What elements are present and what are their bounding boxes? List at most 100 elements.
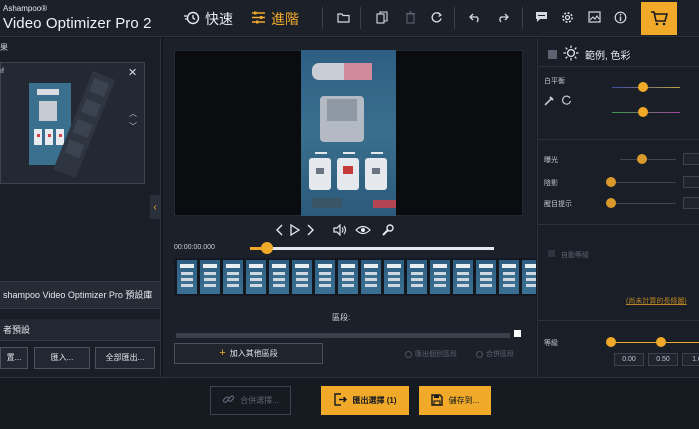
shadows-slider[interactable] — [612, 182, 676, 183]
filmstrip-frame[interactable] — [430, 260, 450, 294]
message-icon[interactable] — [534, 10, 548, 24]
histogram-link[interactable]: (尚未計算的長條圖) — [626, 296, 687, 306]
undo-icon[interactable] — [468, 10, 482, 24]
filmstrip-frame[interactable] — [476, 260, 496, 294]
temperature-knob[interactable] — [638, 82, 648, 92]
shadows-value-box[interactable] — [683, 176, 699, 188]
tools-button[interactable] — [379, 222, 395, 238]
filmstrip-frame[interactable] — [522, 260, 536, 294]
link-icon — [222, 393, 235, 408]
level-white-value[interactable]: 1.0 — [682, 353, 699, 366]
info-icon[interactable] — [613, 10, 627, 24]
divider — [537, 66, 699, 67]
filmstrip-frame[interactable] — [499, 260, 519, 294]
folder-icon[interactable] — [336, 10, 350, 24]
copy-icon[interactable] — [375, 10, 389, 24]
sun-icon — [563, 45, 579, 64]
mode-advanced-label: 進階 — [271, 11, 299, 27]
auto-level-checkbox[interactable] — [548, 250, 555, 257]
eyedropper-icon[interactable] — [544, 95, 555, 108]
preset-library-header[interactable]: shampoo Video Optimizer Pro 預設庫 — [0, 281, 160, 309]
close-icon[interactable]: ✕ — [128, 66, 137, 79]
video-frame — [301, 50, 398, 216]
delete-icon[interactable] — [403, 10, 417, 24]
filmstrip-frame[interactable] — [407, 260, 427, 294]
color-section-header[interactable]: 範例, 色彩 — [548, 45, 631, 64]
next-frame-button[interactable] — [304, 222, 318, 238]
merge-selection-button[interactable]: 合併選擇... — [210, 386, 291, 415]
export-selection-label: 匯出選擇 (1) — [352, 396, 397, 405]
play-button[interactable] — [288, 222, 302, 238]
mode-advanced-button[interactable]: 進階 — [251, 9, 299, 29]
export-selection-button[interactable]: 匯出選擇 (1) — [321, 386, 409, 415]
section-checkbox[interactable] — [548, 50, 557, 59]
toolbar-divider — [322, 7, 323, 29]
toolbar-divider — [360, 7, 361, 29]
exposure-slider[interactable] — [620, 159, 676, 160]
reset-icon[interactable] — [561, 95, 572, 108]
export-segments-option[interactable]: 匯出個別區段 — [405, 349, 457, 359]
preset-settings-button[interactable]: 置... — [0, 347, 28, 369]
filmstrip-frame[interactable] — [292, 260, 312, 294]
highlights-knob[interactable] — [606, 198, 616, 208]
collapse-left-panel-button[interactable]: ‹ — [150, 195, 160, 219]
add-segment-label: 加入其他區段 — [229, 349, 278, 358]
export-icon — [333, 393, 347, 408]
level-black-knob[interactable] — [606, 337, 616, 347]
level-mid-knob[interactable] — [656, 337, 666, 347]
eye-icon — [355, 225, 371, 235]
chevron-right-icon — [307, 224, 314, 236]
filmstrip-frame[interactable] — [361, 260, 381, 294]
chevron-down-icon[interactable]: ﹀ — [129, 121, 137, 132]
level-black-value[interactable]: 0.00 — [614, 353, 644, 366]
refresh-icon[interactable] — [429, 10, 443, 24]
merge-segments-option[interactable]: 合併區段 — [476, 349, 514, 359]
timecode: 00:00:00.000 — [174, 244, 215, 251]
filmstrip-frame[interactable] — [315, 260, 335, 294]
play-icon — [290, 224, 300, 236]
add-segment-button[interactable]: + 加入其他區段 — [174, 343, 323, 364]
filmstrip-frame[interactable] — [453, 260, 473, 294]
filmstrip-frame[interactable] — [338, 260, 358, 294]
highlights-label: 醒目提示 — [544, 201, 572, 208]
sliders-icon — [251, 11, 266, 27]
tint-knob[interactable] — [638, 107, 648, 117]
redo-icon[interactable] — [495, 10, 509, 24]
chevron-left-icon — [276, 224, 283, 236]
filmstrip-frame[interactable] — [384, 260, 404, 294]
left-panel-tab[interactable]: 果 — [0, 42, 8, 53]
chevron-up-icon[interactable]: ︿ — [129, 108, 137, 119]
segment-track[interactable] — [176, 333, 510, 338]
import-button[interactable]: 匯入... — [34, 347, 90, 369]
filmstrip-frame[interactable] — [269, 260, 289, 294]
filmstrip-frame[interactable] — [223, 260, 243, 294]
gear-icon[interactable] — [560, 10, 574, 24]
highlights-value-box[interactable] — [683, 197, 699, 209]
highlights-slider[interactable] — [612, 203, 676, 204]
segments-label: 區段: — [332, 313, 351, 322]
filmstrip-frame[interactable] — [177, 260, 197, 294]
picture-icon[interactable] — [587, 10, 601, 24]
save-icon — [430, 393, 443, 408]
level-mid-value[interactable]: 0.50 — [648, 353, 678, 366]
volume-button[interactable] — [332, 222, 348, 238]
filmstrip-frame[interactable] — [246, 260, 266, 294]
user-presets-header[interactable]: 者預設 — [0, 319, 160, 341]
shadows-knob[interactable] — [606, 177, 616, 187]
filmstrip-frame[interactable] — [200, 260, 220, 294]
previous-frame-button[interactable] — [272, 222, 286, 238]
preview-toggle-button[interactable] — [354, 222, 372, 238]
filmstrip[interactable] — [174, 258, 536, 296]
exposure-value-box[interactable] — [683, 153, 699, 165]
file-preview-card[interactable] — [0, 62, 145, 184]
plus-icon: + — [219, 347, 226, 359]
cart-button[interactable] — [641, 2, 677, 35]
segment-end-marker[interactable] — [514, 330, 521, 337]
export-all-button[interactable]: 全部匯出... — [95, 347, 155, 369]
mode-fast-button[interactable]: 快速 — [184, 9, 233, 29]
brand-small: Ashampoo® — [3, 4, 48, 13]
timeline-playhead[interactable] — [261, 242, 274, 254]
exposure-knob[interactable] — [637, 154, 647, 164]
save-to-button[interactable]: 儲存到... — [419, 386, 491, 415]
timeline-track[interactable] — [250, 247, 494, 250]
